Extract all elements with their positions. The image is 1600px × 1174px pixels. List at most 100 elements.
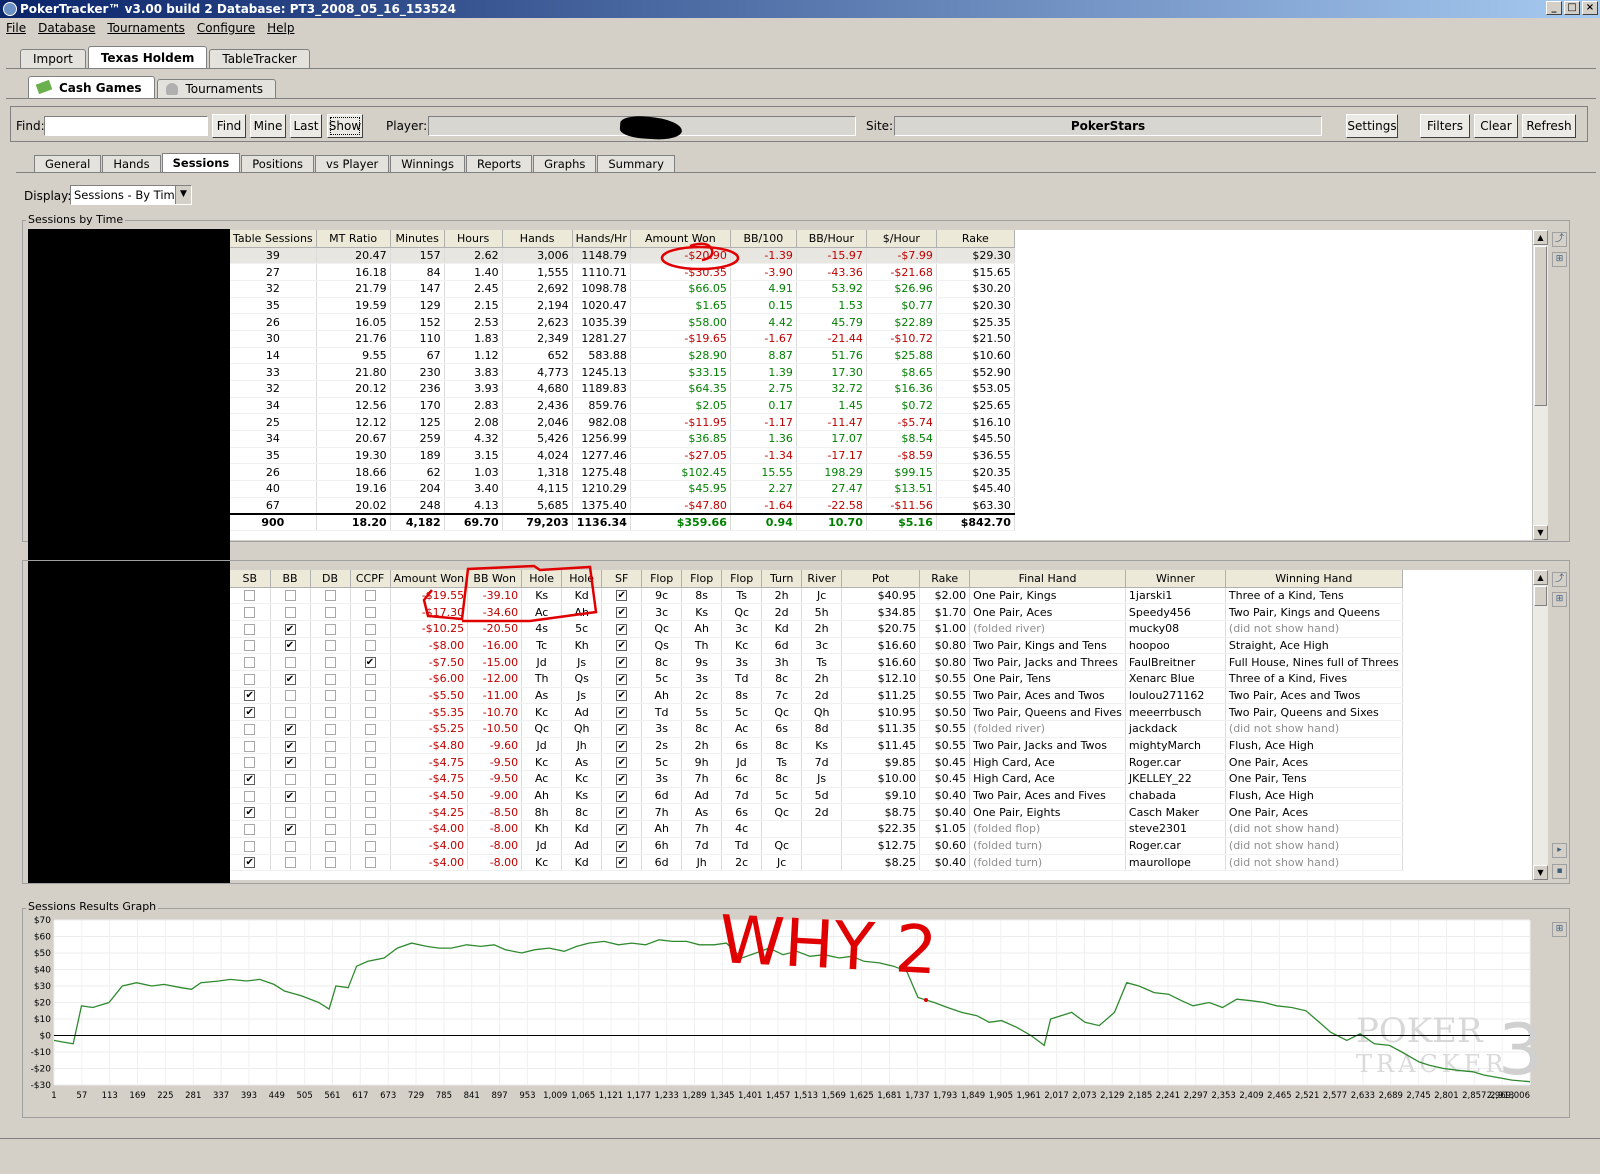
menu-database[interactable]: Database <box>38 18 95 38</box>
sb-checkbox[interactable] <box>244 757 256 769</box>
column-header[interactable]: BB <box>270 570 311 588</box>
ccpf-checkbox[interactable] <box>364 607 376 619</box>
table-row[interactable]: ✔ -$4.75 -9.50 Kc As ✔ 5c 9h Jd Ts 7d $9.85 $0.45 Hig… <box>230 753 1403 772</box>
menu-configure[interactable]: Configure <box>197 18 255 38</box>
columns-icon[interactable]: ⊞ <box>1552 922 1567 937</box>
filters-button[interactable]: Filters <box>1420 114 1470 138</box>
table-row[interactable]: 34 12.56 170 2.83 2,436 859.76 $2.05 0.17 1.45 $0… <box>230 397 1015 415</box>
bb-checkbox[interactable] <box>284 707 296 719</box>
sf-checkbox[interactable]: ✔ <box>616 640 628 652</box>
tab-general[interactable]: General <box>34 155 102 173</box>
sf-checkbox[interactable]: ✔ <box>616 857 628 869</box>
ccpf-checkbox[interactable] <box>364 823 376 835</box>
sf-checkbox[interactable]: ✔ <box>616 673 628 685</box>
db-checkbox[interactable] <box>324 623 336 635</box>
last-button[interactable]: Last <box>290 114 322 138</box>
column-header[interactable]: Flop <box>641 570 683 588</box>
sb-checkbox[interactable] <box>244 723 256 735</box>
bb-checkbox[interactable] <box>284 773 296 785</box>
sb-checkbox[interactable] <box>244 607 256 619</box>
ccpf-checkbox[interactable] <box>364 623 376 635</box>
db-checkbox[interactable] <box>324 607 336 619</box>
ccpf-checkbox[interactable] <box>364 690 376 702</box>
column-header[interactable]: BB Won <box>467 570 523 588</box>
sb-checkbox[interactable]: ✔ <box>244 690 256 702</box>
menu-help[interactable]: Help <box>267 18 294 38</box>
tab-texas-holdem[interactable]: Texas Holdem <box>87 46 208 69</box>
bb-checkbox[interactable]: ✔ <box>284 623 296 635</box>
bb-checkbox[interactable]: ✔ <box>284 823 296 835</box>
scroll-up-arrow-icon[interactable]: ▲ <box>1533 230 1548 245</box>
db-checkbox[interactable] <box>324 757 336 769</box>
ccpf-checkbox[interactable] <box>364 707 376 719</box>
bb-checkbox[interactable]: ✔ <box>284 673 296 685</box>
sf-checkbox[interactable]: ✔ <box>616 840 628 852</box>
table-row[interactable]: 14 9.55 67 1.12 652 583.88 $28.90 8.87 51.76 $25.… <box>230 347 1015 365</box>
column-header[interactable]: Table Sessions <box>230 230 317 248</box>
column-header[interactable]: Flop <box>681 570 723 588</box>
column-header[interactable]: Hole <box>521 570 563 588</box>
columns-icon[interactable]: ⊞ <box>1552 592 1567 607</box>
maximize-button[interactable]: □ <box>1564 1 1580 15</box>
bb-checkbox[interactable]: ✔ <box>284 757 296 769</box>
sb-checkbox[interactable] <box>244 623 256 635</box>
table-row[interactable]: ✔ -$8.00 -16.00 Tc Kh ✔ Qs Th Kc 6d 3c $16.60 $0.80 T… <box>230 637 1403 655</box>
db-checkbox[interactable] <box>324 740 336 752</box>
scroll-up-arrow-icon[interactable]: ▲ <box>1533 570 1548 585</box>
table-row[interactable]: 34 20.67 259 4.32 5,426 1256.99 $36.85 1.36 17.0… <box>230 430 1015 448</box>
find-input[interactable] <box>44 116 208 136</box>
table-row[interactable]: ✔ -$4.25 -8.50 8h 8c ✔ 7h As 6s Qc 2d $8.75 $0.40 One… <box>230 803 1403 822</box>
column-header[interactable]: SB <box>230 570 271 588</box>
db-checkbox[interactable] <box>324 773 336 785</box>
column-header[interactable]: Winner <box>1125 570 1226 588</box>
sf-checkbox[interactable]: ✔ <box>616 690 628 702</box>
column-header[interactable]: Hours <box>444 230 503 248</box>
tab-winnings[interactable]: Winnings <box>390 155 465 173</box>
db-checkbox[interactable] <box>324 857 336 869</box>
table-row[interactable]: ✔ -$6.00 -12.00 Th Qs ✔ 5c 3s Td 8c 2h $12.10 $0.55 O… <box>230 670 1403 688</box>
db-checkbox[interactable] <box>324 723 336 735</box>
sb-checkbox[interactable] <box>244 840 256 852</box>
table-row[interactable]: ✔ -$4.80 -9.60 Jd Jh ✔ 2s 2h 6s 8c Ks $11.45 $0.55 Tw… <box>230 737 1403 755</box>
show-button[interactable]: Show <box>327 114 363 138</box>
ccpf-checkbox[interactable] <box>364 640 376 652</box>
column-header[interactable]: Rake <box>919 570 971 588</box>
column-header[interactable]: SF <box>601 570 643 588</box>
table-row[interactable]: 67 20.02 248 4.13 5,685 1375.40 -$47.80 -1.64 -2… <box>230 497 1015 515</box>
table-row[interactable]: 33 21.80 230 3.83 4,773 1245.13 $33.15 1.39 17.3… <box>230 363 1015 381</box>
ccpf-checkbox[interactable] <box>364 740 376 752</box>
column-header[interactable]: $/Hour <box>866 230 937 248</box>
columns-icon[interactable]: ⊞ <box>1552 252 1567 267</box>
minimize-button[interactable]: _ <box>1546 1 1562 15</box>
sb-checkbox[interactable]: ✔ <box>244 707 256 719</box>
db-checkbox[interactable] <box>324 673 336 685</box>
column-header[interactable]: Amount Won <box>630 230 731 248</box>
tab-hands[interactable]: Hands <box>102 155 161 173</box>
sf-checkbox[interactable]: ✔ <box>616 590 628 602</box>
db-checkbox[interactable] <box>324 707 336 719</box>
column-header[interactable]: Winning Hand <box>1225 570 1403 588</box>
column-header[interactable]: Rake <box>936 230 1015 248</box>
ccpf-checkbox[interactable] <box>364 590 376 602</box>
table-row[interactable]: 35 19.30 189 3.15 4,024 1277.46 -$27.05 -1.34 -1… <box>230 447 1015 465</box>
table-row[interactable]: 35 19.59 129 2.15 2,194 1020.47 $1.65 0.15 1.53 $… <box>230 297 1015 315</box>
save-icon[interactable]: ▪ <box>1552 864 1567 879</box>
hands-scrollbar[interactable]: ▲ ▼ <box>1532 570 1548 880</box>
export-icon[interactable]: ⤴ <box>1552 572 1567 587</box>
display-select[interactable]: Sessions - By Time ▼ <box>70 185 192 205</box>
column-header[interactable]: Turn <box>761 570 803 588</box>
table-row[interactable]: 27 16.18 84 1.40 1,555 1110.71 -$30.35 -3.90 -43… <box>230 263 1015 281</box>
column-header[interactable]: DB <box>310 570 351 588</box>
ccpf-checkbox[interactable] <box>364 673 376 685</box>
tab-reports[interactable]: Reports <box>465 155 533 173</box>
sf-checkbox[interactable]: ✔ <box>616 607 628 619</box>
tab-tabletracker[interactable]: TableTracker <box>209 49 310 69</box>
column-header[interactable]: CCPF <box>350 570 391 588</box>
ccpf-checkbox[interactable] <box>364 773 376 785</box>
sf-checkbox[interactable]: ✔ <box>616 657 628 669</box>
db-checkbox[interactable] <box>324 657 336 669</box>
settings-button[interactable]: Settings <box>1346 114 1398 138</box>
bb-checkbox[interactable] <box>284 607 296 619</box>
ccpf-checkbox[interactable] <box>364 840 376 852</box>
clear-button[interactable]: Clear <box>1474 114 1518 138</box>
